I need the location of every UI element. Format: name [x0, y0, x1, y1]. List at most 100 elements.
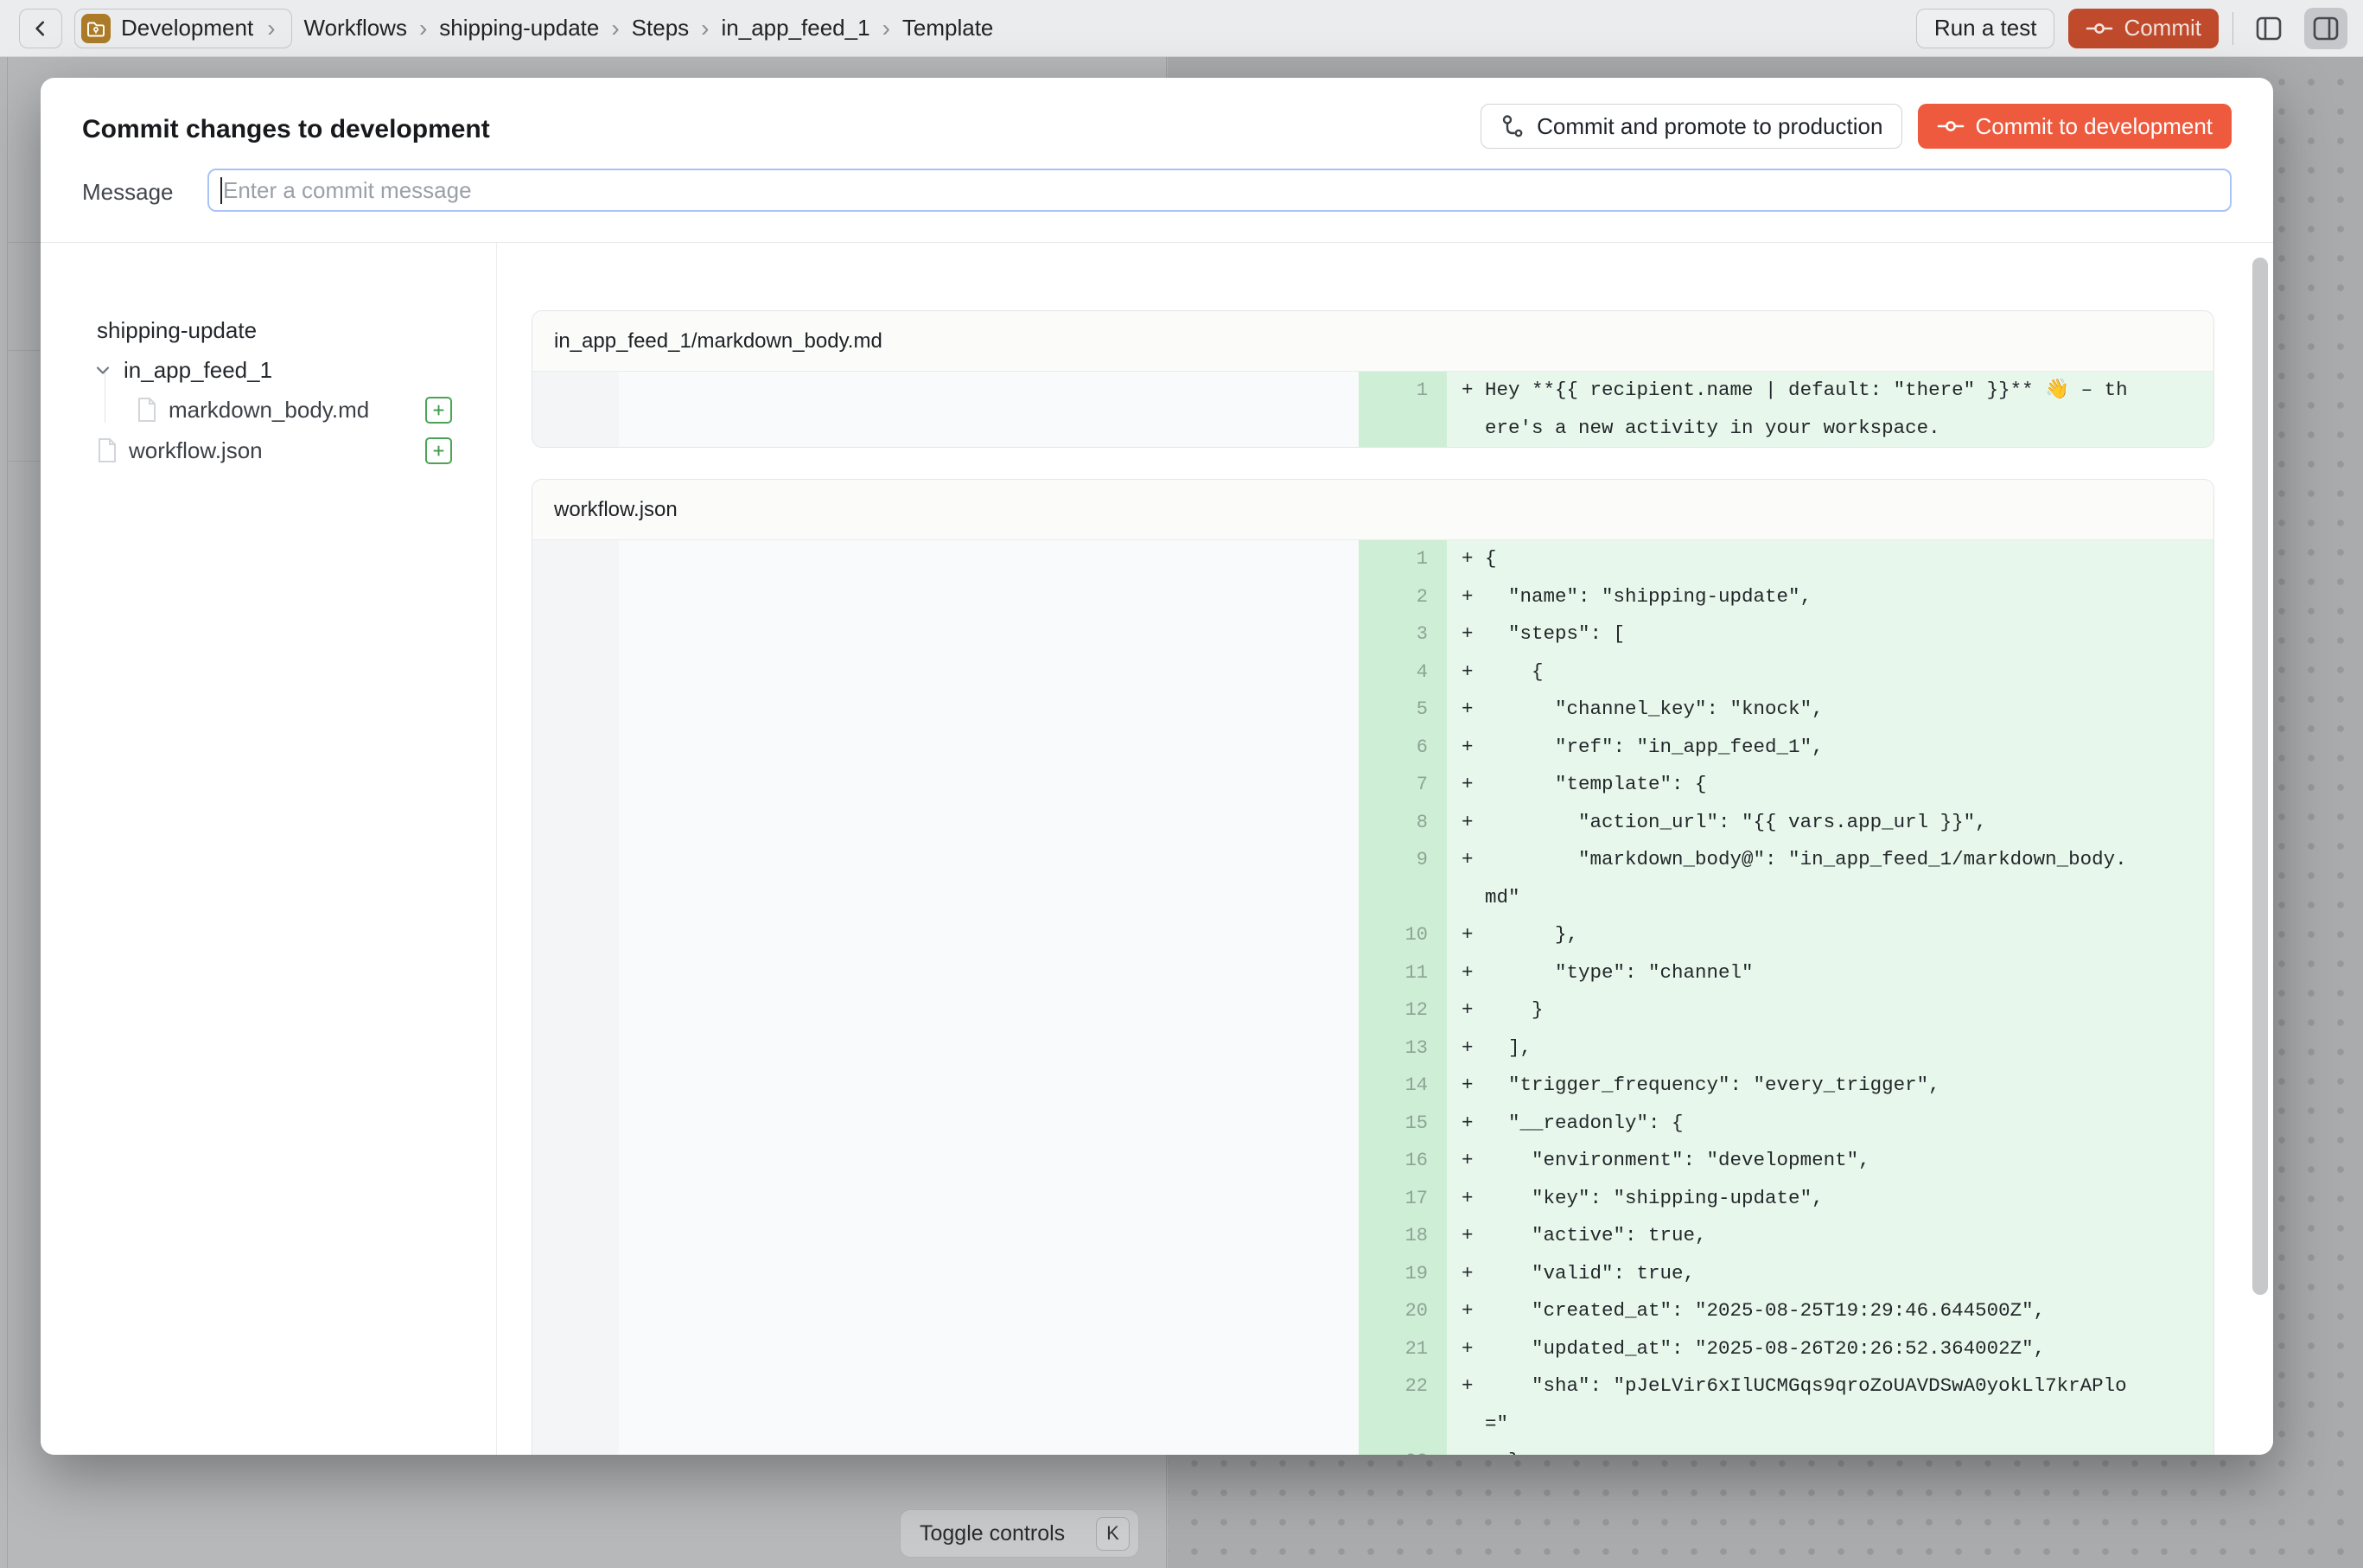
- diff-code-text: + "template": {: [1447, 766, 2213, 804]
- diff-line: 15+ "__readonly": {: [532, 1105, 2213, 1143]
- diff-old-code: [619, 954, 1359, 992]
- tree-item-markdown-body[interactable]: markdown_body.md: [136, 392, 369, 427]
- diff-new-line-number: 7: [1359, 766, 1447, 804]
- toggle-controls-button[interactable]: Toggle controls K: [900, 1509, 1139, 1558]
- diff-code-text: + "sha": "pJeLVir6xIlUCMGqs9qroZoUAVDSwA…: [1447, 1367, 2213, 1405]
- diff-new-line-number: 19: [1359, 1255, 1447, 1293]
- file-tree: shipping-update in_app_feed_1 markdown_b…: [41, 243, 497, 1455]
- diff-code-text: + "type": "channel": [1447, 954, 2213, 992]
- diff-new-code: + {: [1447, 653, 2213, 692]
- diff-new-code: + "template": {: [1447, 766, 2213, 804]
- diff-old-line-number: [532, 1255, 619, 1293]
- tree-root-label: shipping-update: [97, 317, 257, 344]
- diff-line: 6+ "ref": "in_app_feed_1",: [532, 729, 2213, 767]
- diff-new-code: + "sha": "pJeLVir6xIlUCMGqs9qroZoUAVDSwA…: [1447, 1367, 2213, 1443]
- breadcrumb-item-Template[interactable]: Template: [902, 15, 994, 41]
- diff-line: 21+ "updated_at": "2025-08-26T20:26:52.3…: [532, 1330, 2213, 1368]
- diff-old-code: [619, 841, 1359, 916]
- right-panel-toggle-button[interactable]: [2304, 8, 2347, 49]
- diff-old-code: [619, 1217, 1359, 1255]
- diff-line: 18+ "active": true,: [532, 1217, 2213, 1255]
- diff-old-line-number: [532, 841, 619, 916]
- left-panel-toggle-button[interactable]: [2247, 8, 2290, 49]
- added-file-plus-icon[interactable]: [425, 397, 452, 424]
- diff-old-line-number: [532, 578, 619, 616]
- commit-message-input[interactable]: [207, 169, 2232, 212]
- environment-label: Development: [121, 15, 253, 41]
- chevron-right-icon: ›: [879, 15, 894, 42]
- diff-code-text: + Hey **{{ recipient.name | default: "th…: [1447, 372, 2213, 410]
- environment-switcher[interactable]: Development ›: [74, 9, 292, 48]
- diff-old-line-number: [532, 653, 619, 692]
- breadcrumb-item-shipping-update[interactable]: shipping-update: [439, 15, 599, 41]
- commit-button[interactable]: Commit: [2068, 9, 2219, 48]
- diff-line: 11+ "type": "channel": [532, 954, 2213, 992]
- diff-new-code: + "__readonly": {: [1447, 1105, 2213, 1143]
- tree-item-in-app-feed-1[interactable]: in_app_feed_1: [92, 353, 272, 387]
- diff-old-code: [619, 916, 1359, 954]
- back-button[interactable]: [19, 9, 62, 48]
- breadcrumb-item-in_app_feed_1[interactable]: in_app_feed_1: [722, 15, 870, 41]
- diff-line: 19+ "valid": true,: [532, 1255, 2213, 1293]
- diff-old-code: [619, 615, 1359, 653]
- diff-new-line-number: 18: [1359, 1217, 1447, 1255]
- top-bar: Development › Workflows › shipping-update ›…: [0, 0, 2363, 57]
- diff-code-text: + "name": "shipping-update",: [1447, 578, 2213, 616]
- breadcrumb-item-Steps[interactable]: Steps: [632, 15, 690, 41]
- tree-item-workflow-json[interactable]: workflow.json: [96, 433, 263, 468]
- commit-and-promote-button[interactable]: Commit and promote to production: [1481, 104, 1902, 149]
- diff-code-text: + "trigger_frequency": "every_trigger",: [1447, 1067, 2213, 1105]
- diff-code-text: + }: [1447, 991, 2213, 1029]
- top-bar-divider: [2232, 12, 2233, 45]
- diff-new-code: + "markdown_body@": "in_app_feed_1/markd…: [1447, 841, 2213, 916]
- diff-new-code: + "environment": "development",: [1447, 1142, 2213, 1180]
- diff-code-text: + "channel_key": "knock",: [1447, 691, 2213, 729]
- diff-new-code: + "trigger_frequency": "every_trigger",: [1447, 1067, 2213, 1105]
- tree-root-shipping-update[interactable]: shipping-update: [97, 313, 257, 347]
- diff-old-code: [619, 691, 1359, 729]
- diff-code-wrap: =": [1447, 1405, 2213, 1444]
- diff-old-code: [619, 1330, 1359, 1368]
- run-test-button[interactable]: Run a test: [1916, 9, 2055, 48]
- promote-branch-icon: [1500, 113, 1526, 139]
- diff-line: 12+ }: [532, 991, 2213, 1029]
- toggle-controls-label: Toggle controls: [920, 1521, 1065, 1546]
- diff-new-line-number: 6: [1359, 729, 1447, 767]
- diff-new-line-number: 21: [1359, 1330, 1447, 1368]
- diff-old-line-number: [532, 1142, 619, 1180]
- chevron-right-icon: ›: [416, 15, 430, 42]
- diff-old-line-number: [532, 1105, 619, 1143]
- diff-old-code: [619, 804, 1359, 842]
- diff-new-code: + "name": "shipping-update",: [1447, 578, 2213, 616]
- diff-old-line-number: [532, 804, 619, 842]
- diff-line: 23+ }: [532, 1443, 2213, 1455]
- commit-icon: [1937, 118, 1965, 135]
- diff-code-text: + "environment": "development",: [1447, 1142, 2213, 1180]
- file-icon: [96, 437, 118, 463]
- diff-new-code: + "updated_at": "2025-08-26T20:26:52.364…: [1447, 1330, 2213, 1368]
- diff-code-text: + "ref": "in_app_feed_1",: [1447, 729, 2213, 767]
- commit-modal: Commit changes to development Commit and…: [41, 78, 2273, 1455]
- diff-old-code: [619, 1292, 1359, 1330]
- breadcrumb-item-Workflows[interactable]: Workflows: [304, 15, 407, 41]
- diff-old-line-number: [532, 1443, 619, 1455]
- diff-code-wrap: ere's a new activity in your workspace.: [1447, 410, 2213, 448]
- commit-to-development-button[interactable]: Commit to development: [1918, 104, 2232, 149]
- added-file-plus-icon[interactable]: [425, 437, 452, 464]
- diff-new-code: + "action_url": "{{ vars.app_url }}",: [1447, 804, 2213, 842]
- diff-old-code: [619, 1029, 1359, 1068]
- diff-code-text: + "__readonly": {: [1447, 1105, 2213, 1143]
- diff-new-code: + }: [1447, 991, 2213, 1029]
- diff-new-code: + "type": "channel": [1447, 954, 2213, 992]
- diff-line: 16+ "environment": "development",: [532, 1142, 2213, 1180]
- scrollbar-thumb[interactable]: [2252, 258, 2268, 1295]
- diff-old-code: [619, 991, 1359, 1029]
- diff-new-code: + "key": "shipping-update",: [1447, 1180, 2213, 1218]
- background-panel-border: [7, 57, 8, 1568]
- diff-new-line-number: 15: [1359, 1105, 1447, 1143]
- file-icon: [136, 397, 158, 423]
- diff-code-text: + {: [1447, 653, 2213, 692]
- diff-line: 14+ "trigger_frequency": "every_trigger"…: [532, 1067, 2213, 1105]
- diff-old-line-number: [532, 1330, 619, 1368]
- diff-new-line-number: 11: [1359, 954, 1447, 992]
